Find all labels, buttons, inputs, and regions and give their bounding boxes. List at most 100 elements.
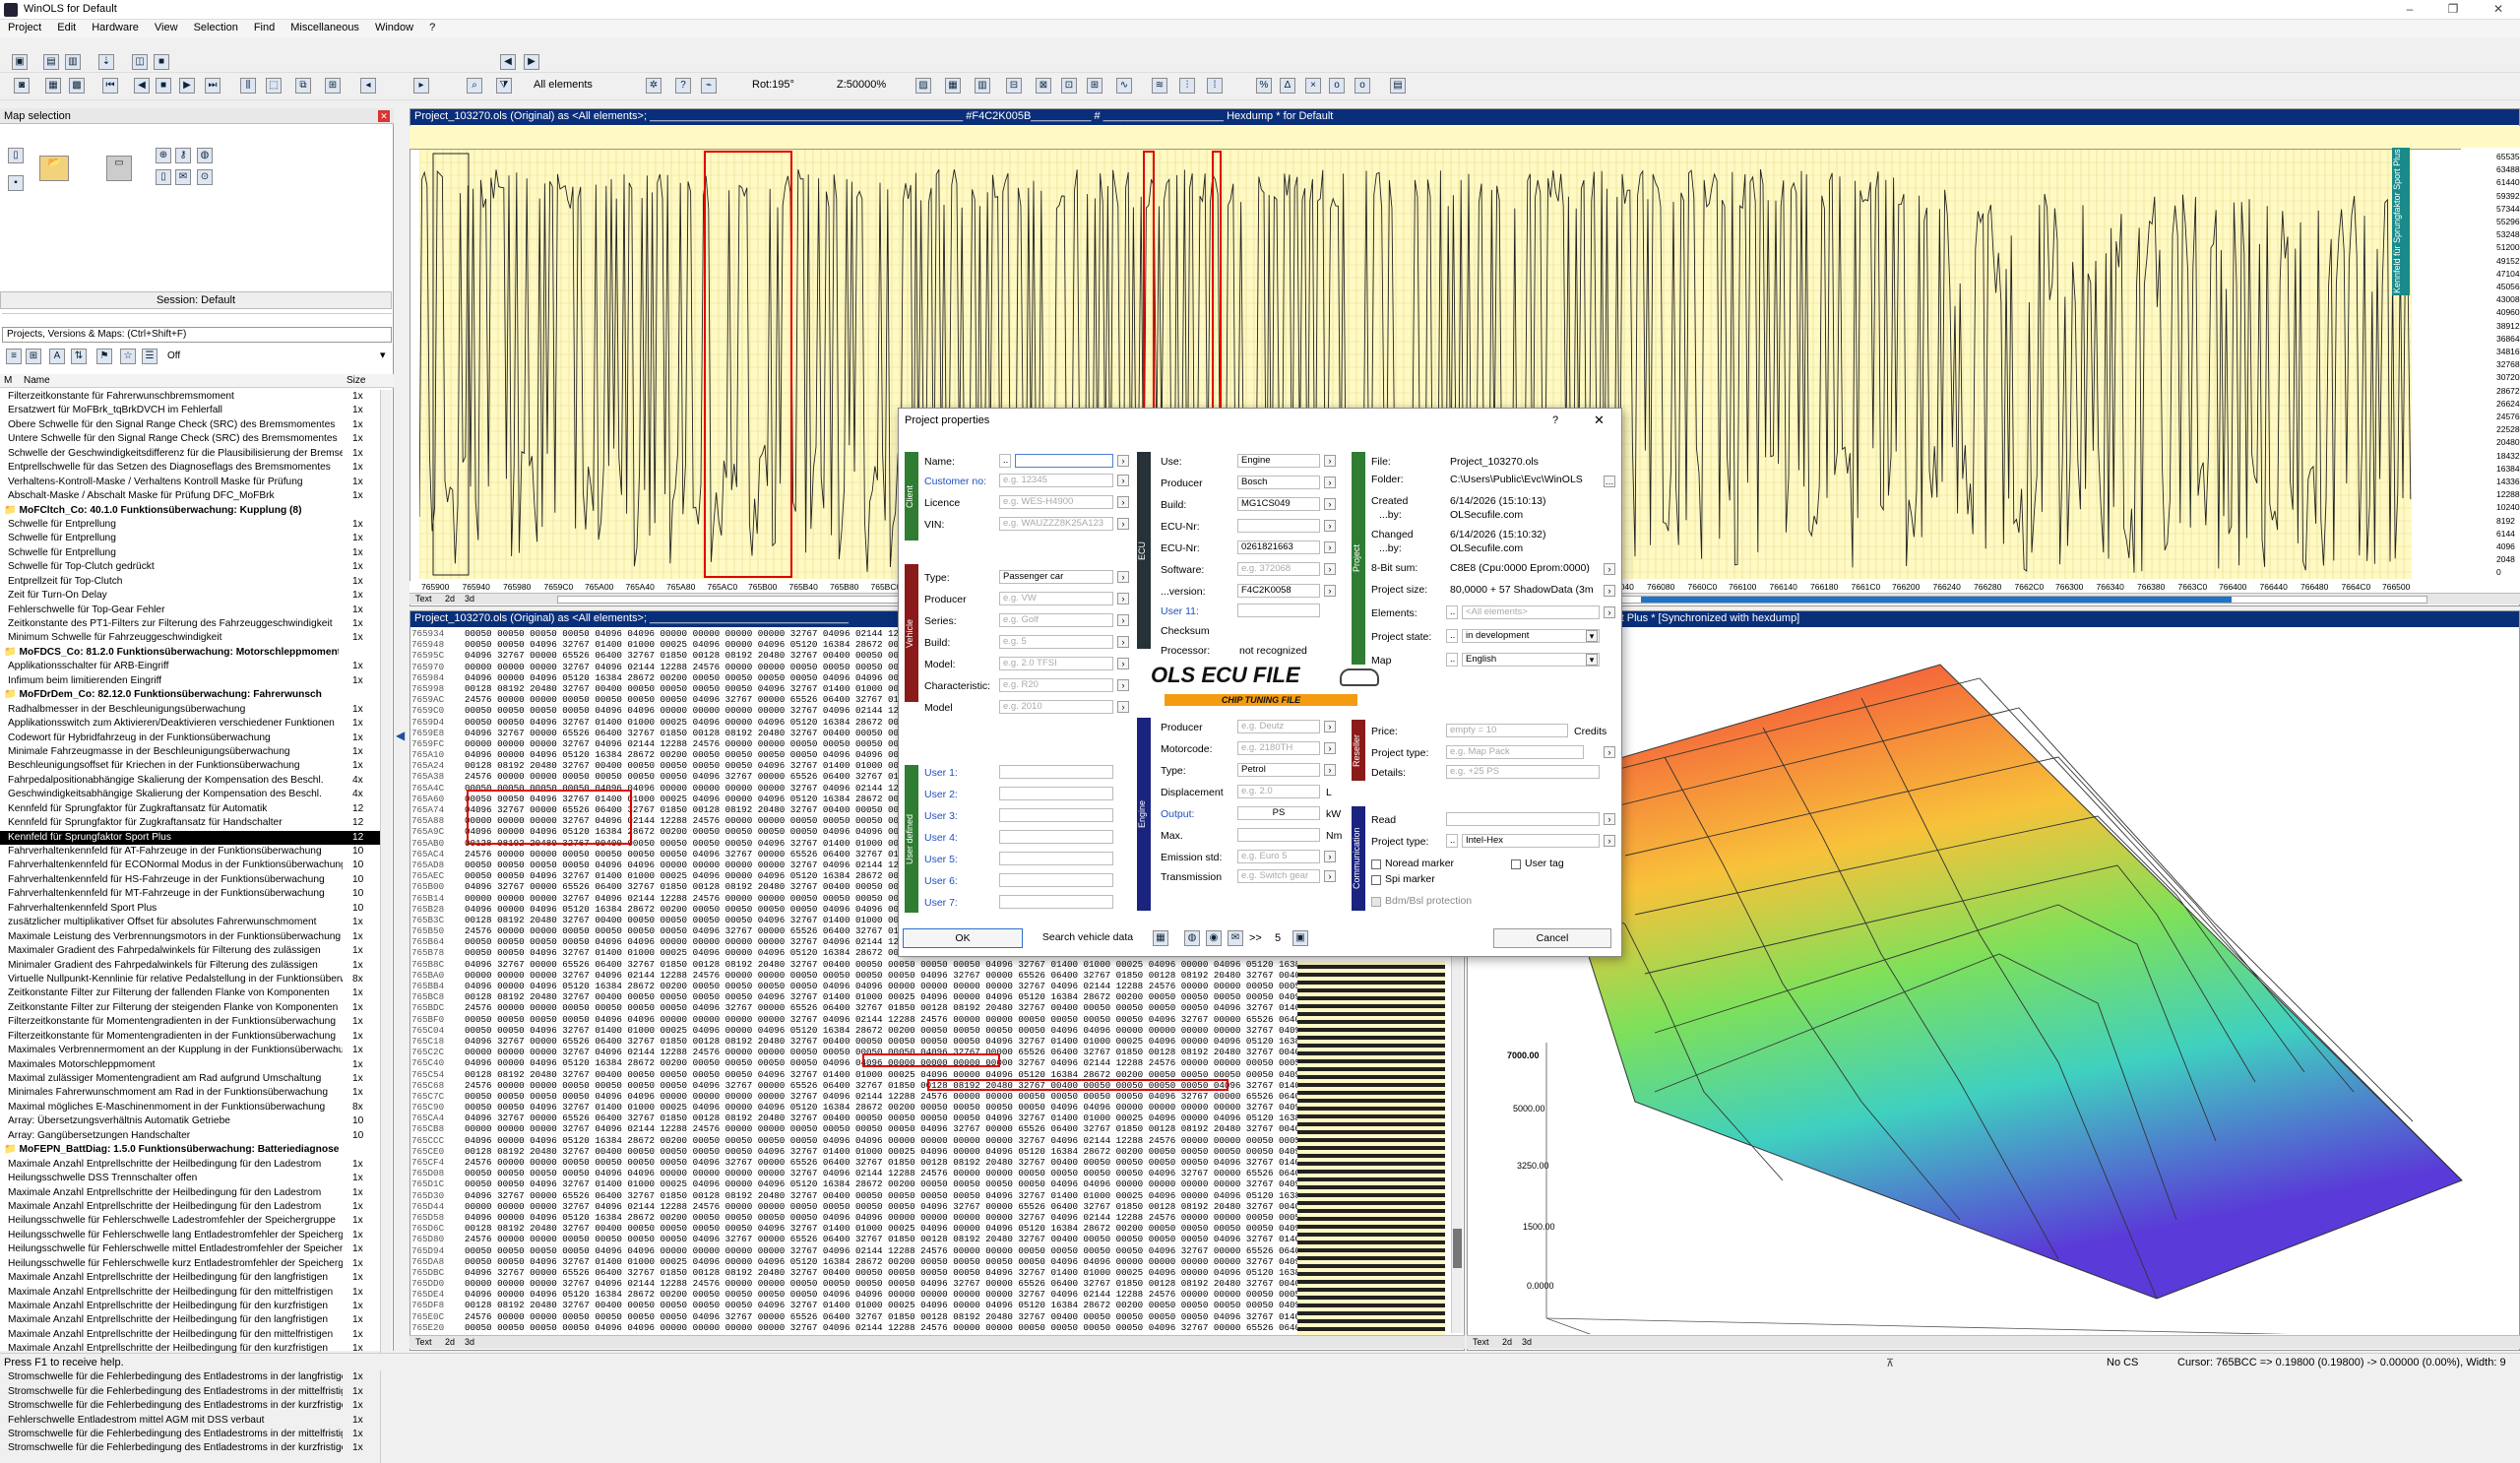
map-row[interactable]: Maximale Anzahl Entprellschritte der Hei…	[0, 1313, 380, 1327]
elements-input[interactable]: <All elements>	[1462, 605, 1600, 619]
version-arrow-icon[interactable]: ›	[1324, 585, 1336, 597]
client-name-arrow-icon[interactable]: ›	[1117, 455, 1129, 467]
graph-map-tag[interactable]: Kennfeld für Sprungfaktor Sport Plus	[2392, 148, 2410, 295]
net-icon[interactable]: ⊙	[197, 169, 213, 185]
characteristic-input[interactable]: e.g. R20	[999, 678, 1113, 692]
ecunr2-arrow-icon[interactable]: ›	[1324, 541, 1336, 553]
list-icon[interactable]: ☰	[142, 349, 158, 364]
map-row[interactable]: Zeitkonstante Filter zur Filterung der s…	[0, 1001, 380, 1015]
select-icon[interactable]: ⬚	[266, 78, 282, 94]
map-row[interactable]: Filterzeitkonstante für Fahrerwunschbrem…	[0, 390, 380, 404]
expand-icon[interactable]: ⊞	[26, 349, 41, 364]
map-row[interactable]: Maximale Anzahl Entprellschritte der Hei…	[0, 1286, 380, 1300]
session-label[interactable]: Session: Default	[0, 291, 392, 309]
map-group-row[interactable]: 📁 MoFCltch_Co: 40.1.0 Funktionsüberwachu…	[0, 504, 380, 518]
filter-input[interactable]: Projects, Versions & Maps: (Ctrl+Shift+F…	[2, 327, 392, 343]
ecunr2-input[interactable]: 0261821663	[1237, 541, 1320, 554]
folder-browse-icon[interactable]: …	[1604, 476, 1615, 487]
modelyear-input[interactable]: e.g. 2010	[999, 700, 1113, 714]
map-row[interactable]: Maximale Anzahl Entprellschritte der Hei…	[0, 1186, 380, 1200]
details-input[interactable]: e.g. +25 PS	[1446, 765, 1600, 779]
model-input[interactable]: e.g. 2.0 TFSI	[999, 657, 1113, 670]
columns-icon[interactable]: ⫼	[240, 78, 256, 94]
map-row[interactable]: Maximaler Gradient des Fahrpedalwinkels …	[0, 944, 380, 958]
map-row[interactable]: Maximale Anzahl Entprellschritte der Hei…	[0, 1271, 380, 1285]
sort-icon[interactable]: ⇅	[71, 349, 87, 364]
size-arrow-icon[interactable]: ›	[1604, 585, 1615, 597]
maximize-button[interactable]: ❐	[2445, 2, 2461, 18]
map-row[interactable]: Fahrpedalpositionabhängige Skalierung de…	[0, 774, 380, 788]
series-arrow-icon[interactable]: ›	[1117, 614, 1129, 626]
next-icon[interactable]: ▶	[179, 78, 195, 94]
zoom-label[interactable]: Z:50000%	[837, 79, 886, 91]
use-arrow-icon[interactable]: ›	[1324, 455, 1336, 467]
elements-arrow-icon[interactable]: ›	[1604, 606, 1615, 618]
hex-tab-3d[interactable]: 3d	[465, 1337, 474, 1347]
db-icon[interactable]: ▦	[1153, 930, 1168, 946]
lock-icon[interactable]: ◙	[14, 78, 30, 94]
key-icon[interactable]: ⚷	[175, 148, 191, 163]
menu-help[interactable]: ?	[421, 20, 443, 33]
output-input[interactable]: PS	[1237, 806, 1320, 820]
ecu-build-arrow-icon[interactable]: ›	[1324, 498, 1336, 510]
veh-build-arrow-icon[interactable]: ›	[1117, 636, 1129, 648]
user7-input[interactable]	[999, 895, 1113, 909]
veh-producer-input[interactable]: e.g. VW	[999, 592, 1113, 605]
globe-search-icon[interactable]: ◍	[1184, 930, 1200, 946]
globe-icon[interactable]: ◍	[197, 148, 213, 163]
menu-window[interactable]: Window	[367, 20, 421, 33]
panel-close-icon[interactable]: ✕	[378, 110, 390, 122]
bdm-checkbox[interactable]	[1371, 897, 1381, 907]
comm-ptype-arrow-icon[interactable]: ›	[1604, 835, 1615, 847]
flag-icon[interactable]: ⚑	[96, 349, 112, 364]
binoculars-icon[interactable]: ⌕	[467, 78, 482, 94]
minimize-button[interactable]: –	[2402, 2, 2418, 18]
transmission-input[interactable]: e.g. Switch gear	[1237, 869, 1320, 883]
menu-selection[interactable]: Selection	[186, 20, 246, 33]
map-row[interactable]: Fehlerschwelle für Top-Gear Fehler 1x	[0, 604, 380, 617]
map-row[interactable]: Beschleunigungsoffset für Kriechen in de…	[0, 759, 380, 773]
surface-3d-svg[interactable]: 7000.00 5000.00 3250.00 1500.00 0.0000	[1468, 629, 2519, 1334]
hexview-icon[interactable]: ▦	[945, 78, 961, 94]
map-list-scrollbar[interactable]	[380, 390, 392, 1463]
transmission-arrow-icon[interactable]: ›	[1324, 870, 1336, 882]
mail-icon[interactable]: ✉	[175, 169, 191, 185]
left-icon[interactable]: ◂	[360, 78, 376, 94]
map-row[interactable]: Stromschwelle für die Fehlerbedingung de…	[0, 1428, 380, 1441]
eng-producer-input[interactable]: e.g. Deutz	[1237, 720, 1320, 733]
map-row[interactable]: Filterzeitkonstante für Momentengradient…	[0, 1015, 380, 1029]
map-row[interactable]: Geschwindigkeitsabhängige Skalierung der…	[0, 788, 380, 801]
user2-input[interactable]	[999, 787, 1113, 800]
map-row[interactable]: Infimum beim limitierenden Eingriff 1x	[0, 674, 380, 688]
col-m[interactable]: M	[4, 375, 12, 386]
veh-type-select[interactable]: Passenger car	[999, 570, 1113, 584]
col-name[interactable]: Name	[24, 375, 50, 386]
vin-input[interactable]: e.g. WAUZZZ8K25A123	[999, 517, 1113, 531]
map-row[interactable]: Ersatzwert für MoFBrk_tqBrkDVCH im Fehle…	[0, 404, 380, 417]
veh-build-input[interactable]: e.g. 5	[999, 635, 1113, 649]
map-row[interactable]: Maximal mögliches E-Maschinenmoment in d…	[0, 1101, 380, 1114]
grid-icon[interactable]: ▩	[69, 78, 85, 94]
map-row[interactable]: Zeitkonstante Filter zur Filterung der f…	[0, 986, 380, 1000]
read-input[interactable]	[1446, 812, 1600, 826]
map-row[interactable]: Maximale Leistung des Verbrennungsmotors…	[0, 930, 380, 944]
map-row[interactable]: Entprellzeit für Top-Clutch 1x	[0, 575, 380, 589]
map-group-row[interactable]: 📁 MoFDrDem_Co: 82.12.0 Funktionsüberwach…	[0, 688, 380, 702]
percent-icon[interactable]: %	[1256, 78, 1272, 94]
map-row[interactable]: Kennfeld für Sprungfaktor für Zugkraftan…	[0, 816, 380, 830]
user4-input[interactable]	[999, 830, 1113, 844]
displacement-input[interactable]: e.g. 2.0	[1237, 785, 1320, 798]
splitter-arrow-icon[interactable]: ◀	[396, 729, 406, 744]
all-elements-label[interactable]: All elements	[534, 79, 593, 91]
col8-icon[interactable]: ⊠	[1036, 78, 1051, 94]
map-row[interactable]: Minimale Fahrzeugmasse in der Beschleuni…	[0, 745, 380, 759]
map-group-row[interactable]: 📁 MoFDCS_Co: 81.2.0 Funktionsüberwachung…	[0, 646, 380, 660]
motorcode-arrow-icon[interactable]: ›	[1324, 742, 1336, 754]
map-row[interactable]: Schwelle für Top-Clutch gedrückt 1x	[0, 560, 380, 574]
eng-producer-arrow-icon[interactable]: ›	[1324, 721, 1336, 732]
diff-icon[interactable]: ≋	[1152, 78, 1167, 94]
vin-arrow-icon[interactable]: ›	[1117, 518, 1129, 530]
map-row[interactable]: Stromschwelle für die Fehlerbedingung de…	[0, 1399, 380, 1413]
image-icon[interactable]: ▣	[1292, 930, 1308, 946]
tree-icon[interactable]: ≡	[6, 349, 22, 364]
